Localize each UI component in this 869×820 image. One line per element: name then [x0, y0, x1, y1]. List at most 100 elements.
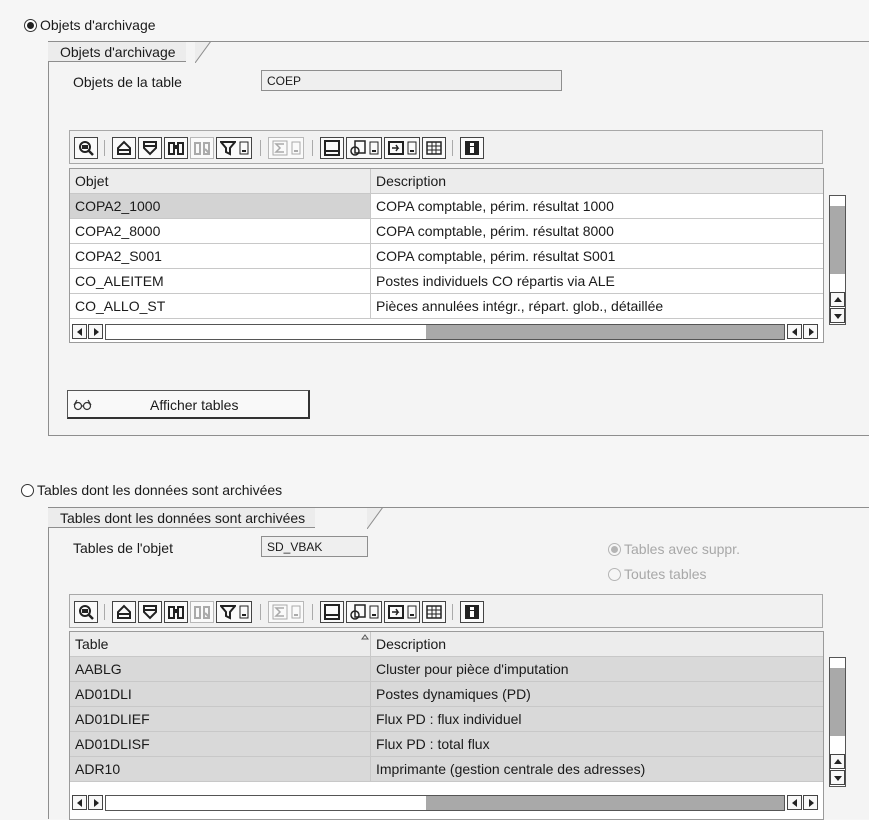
sort-descending-button[interactable] [138, 137, 162, 159]
print-preview-button[interactable] [320, 601, 344, 623]
cell-table[interactable]: AABLG [70, 657, 371, 681]
find-next-icon [194, 142, 210, 155]
info-icon [465, 141, 479, 155]
details-button[interactable] [74, 601, 98, 623]
dropdown-icon [291, 141, 301, 155]
scroll-thumb[interactable] [830, 668, 845, 736]
column-header-object[interactable]: Objet [70, 169, 371, 193]
dropdown-icon [407, 605, 417, 619]
scroll-thumb[interactable] [830, 206, 845, 274]
group-title: Objets d'archivage [48, 41, 186, 62]
grid-icon [426, 605, 442, 619]
column-header-description[interactable]: Description [371, 632, 823, 656]
export-button[interactable] [346, 137, 382, 159]
cell-object[interactable]: COPA2_S001 [70, 244, 371, 268]
table-row[interactable]: CO_ALLO_ST Pièces annulées intégr., répa… [70, 294, 823, 319]
layout-icon [388, 605, 404, 619]
table-row[interactable]: COPA2_1000 COPA comptable, périm. résult… [70, 194, 823, 219]
layout-icon [388, 141, 404, 155]
sort-descending-button[interactable] [138, 601, 162, 623]
table-row[interactable]: ADR10 Imprimante (gestion centrale des a… [70, 757, 823, 782]
filter-button[interactable] [216, 137, 252, 159]
print-preview-button[interactable] [320, 137, 344, 159]
sort-ascending-button[interactable] [112, 137, 136, 159]
scroll-left-button[interactable] [72, 324, 87, 339]
radio-indicator-unselected[interactable] [21, 483, 34, 497]
scroll-track[interactable] [105, 795, 785, 811]
radio-archived-tables[interactable]: Tables dont les données sont archivées [21, 482, 282, 498]
object-tables-label: Tables de l'objet [73, 540, 173, 556]
cell-object[interactable]: CO_ALLO_ST [70, 294, 371, 318]
vertical-scrollbar[interactable] [829, 657, 846, 787]
cell-description: COPA comptable, périm. résultat 8000 [376, 223, 614, 239]
details-button[interactable] [74, 137, 98, 159]
arrow-left-icon [792, 328, 797, 336]
grid-toolbar [69, 594, 823, 628]
cell-table[interactable]: AD01DLISF [70, 732, 371, 756]
radio-indicator-unselected-disabled[interactable] [608, 567, 621, 581]
find-button[interactable] [164, 137, 188, 159]
export-icon [350, 140, 366, 156]
radio-indicator-selected[interactable] [24, 18, 37, 32]
scroll-up-button[interactable] [830, 292, 845, 307]
dropdown-icon [407, 141, 417, 155]
table-row[interactable]: CO_ALEITEM Postes individuels CO réparti… [70, 269, 823, 294]
cell-object[interactable]: COPA2_8000 [70, 219, 371, 243]
radio-all-tables[interactable]: Toutes tables [608, 566, 707, 582]
scroll-thumb[interactable] [426, 325, 784, 339]
details-icon [79, 605, 94, 620]
scroll-right-button[interactable] [88, 324, 103, 339]
radio-archiving-objects[interactable]: Objets d'archivage [24, 17, 156, 33]
vertical-scrollbar[interactable] [829, 195, 846, 325]
total-button[interactable] [268, 601, 304, 623]
scroll-up-button[interactable] [830, 754, 845, 769]
column-header-description[interactable]: Description [371, 169, 823, 193]
arrow-down-icon [834, 314, 842, 319]
cell-table[interactable]: AD01DLIEF [70, 707, 371, 731]
filter-button[interactable] [216, 601, 252, 623]
radio-tables-with-deletion[interactable]: Tables avec suppr. [608, 541, 740, 557]
horizontal-scrollbar[interactable] [72, 794, 822, 812]
object-tables-field[interactable]: SD_VBAK [261, 536, 368, 557]
table-row[interactable]: COPA2_8000 COPA comptable, périm. résult… [70, 219, 823, 244]
cell-object[interactable]: CO_ALEITEM [70, 269, 371, 293]
scroll-left-button-2[interactable] [787, 795, 802, 810]
cell-table[interactable]: AD01DLI [70, 682, 371, 706]
info-button[interactable] [460, 601, 484, 623]
show-tables-button[interactable]: Afficher tables [67, 390, 310, 419]
radio-indicator-selected-disabled[interactable] [608, 542, 621, 556]
layout-button[interactable] [384, 601, 420, 623]
table-row[interactable]: AD01DLIEF Flux PD : flux individuel [70, 707, 823, 732]
scroll-right-button-2[interactable] [803, 795, 818, 810]
table-row[interactable]: COPA2_S001 COPA comptable, périm. résult… [70, 244, 823, 269]
scroll-right-button-2[interactable] [803, 324, 818, 339]
info-button[interactable] [460, 137, 484, 159]
scroll-left-button-2[interactable] [787, 324, 802, 339]
scroll-down-button[interactable] [830, 308, 845, 323]
total-button[interactable] [268, 137, 304, 159]
dropdown-icon [239, 141, 249, 155]
grid-view-button[interactable] [422, 601, 446, 623]
sort-ascending-button[interactable] [112, 601, 136, 623]
layout-button[interactable] [384, 137, 420, 159]
cell-description: Postes dynamiques (PD) [376, 686, 531, 702]
cell-object[interactable]: COPA2_1000 [70, 194, 371, 218]
find-next-button[interactable] [190, 601, 214, 623]
table-row[interactable]: AD01DLI Postes dynamiques (PD) [70, 682, 823, 707]
scroll-down-button[interactable] [830, 770, 845, 785]
scroll-right-button[interactable] [88, 795, 103, 810]
export-button[interactable] [346, 601, 382, 623]
find-button[interactable] [164, 601, 188, 623]
table-objects-field[interactable]: COEP [261, 70, 562, 91]
scroll-thumb[interactable] [426, 796, 784, 810]
horizontal-scrollbar[interactable] [72, 323, 822, 341]
table-row[interactable]: AD01DLISF Flux PD : total flux [70, 732, 823, 757]
cell-table[interactable]: ADR10 [70, 757, 371, 781]
arrow-up-icon [834, 297, 842, 302]
scroll-track[interactable] [105, 324, 785, 340]
grid-view-button[interactable] [422, 137, 446, 159]
column-header-table[interactable]: Table [70, 632, 371, 656]
scroll-left-button[interactable] [72, 795, 87, 810]
find-next-button[interactable] [190, 137, 214, 159]
table-row[interactable]: AABLG Cluster pour pièce d'imputation [70, 657, 823, 682]
